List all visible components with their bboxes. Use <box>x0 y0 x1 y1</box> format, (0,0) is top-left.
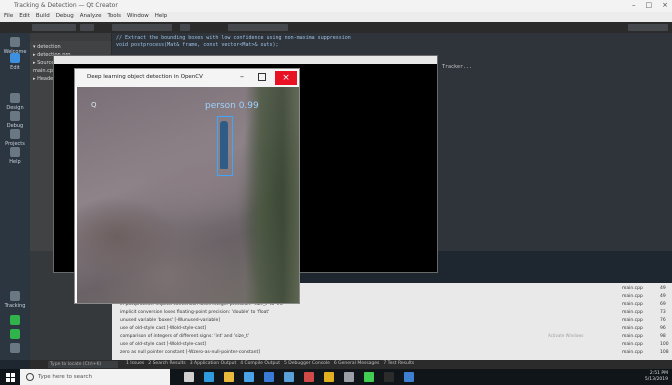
qt-icon[interactable] <box>364 372 374 382</box>
tab-general-messages[interactable]: 6 General Messages <box>334 361 380 366</box>
project-pane-header <box>30 33 111 41</box>
issue-row[interactable]: use of old-style cast [-Wold-style-cast] <box>120 342 206 347</box>
build-button[interactable] <box>2 343 28 355</box>
document-icon <box>10 53 20 63</box>
question-icon <box>10 147 20 157</box>
logo-mark: Q <box>91 101 97 109</box>
media-icon[interactable] <box>304 372 314 382</box>
bug-icon <box>10 111 20 121</box>
photos-icon[interactable] <box>284 372 294 382</box>
issue-row[interactable]: unused variable 'boxes' [-Wunused-variab… <box>120 318 220 323</box>
task-view-icon[interactable] <box>184 372 194 382</box>
menu-debug[interactable]: Debug <box>56 13 74 19</box>
run-icon <box>10 315 20 325</box>
clock-date[interactable]: 5/13/2019 <box>645 377 668 383</box>
mode-projects[interactable]: Projects <box>2 129 28 147</box>
windows-icon <box>5 372 15 382</box>
locator-input[interactable]: Type to locate (Ctrl+K) <box>48 361 118 368</box>
image-window-title: Deep learning object detection in OpenCV <box>87 74 203 80</box>
toolbar <box>0 22 672 33</box>
issue-row[interactable]: use of old-style cast [-Wold-style-cast] <box>120 326 206 331</box>
image-window-title-bar[interactable]: Deep learning object detection in OpenCV… <box>75 69 299 87</box>
tab-debugger-console[interactable]: 5 Debugger Console <box>284 361 330 366</box>
window-title: Tracking & Detection — Qt Creator <box>14 2 118 9</box>
system-tray: 2:51 PM 5/13/2019 <box>645 371 668 383</box>
wrench-icon <box>10 129 20 139</box>
close-button[interactable]: × <box>275 71 297 85</box>
grid-icon <box>10 37 20 47</box>
menu-build[interactable]: Build <box>36 13 50 19</box>
monitor-icon <box>10 291 20 301</box>
issue-row[interactable]: comparison of integers of different sign… <box>120 334 249 339</box>
taskbar-search-box[interactable]: Type here to search <box>20 369 170 385</box>
terminal-icon[interactable] <box>384 372 394 382</box>
menu-help[interactable]: Help <box>155 13 168 19</box>
toolbar-button[interactable] <box>80 24 94 31</box>
symbol-selector[interactable] <box>228 24 288 31</box>
detection-label: person 0.99 <box>205 101 259 111</box>
encoding-selector[interactable] <box>628 24 668 31</box>
tab-application-output[interactable]: 3 Application Output <box>190 361 237 366</box>
console-title-bar[interactable] <box>54 56 437 64</box>
tree-item[interactable]: ▾ detection <box>33 43 108 51</box>
menu-bar: File Edit Build Debug Analyze Tools Wind… <box>0 12 672 22</box>
menu-edit[interactable]: Edit <box>19 13 30 19</box>
mode-help[interactable]: Help <box>2 147 28 165</box>
app-icon[interactable] <box>404 372 414 382</box>
issue-row[interactable]: zero as null pointer constant [-Wzero-as… <box>120 350 260 355</box>
chrome-icon[interactable] <box>324 372 334 382</box>
minimize-icon[interactable]: – <box>632 1 636 9</box>
debug-run-icon <box>10 329 20 339</box>
mode-sidebar: Welcome Edit Design Debug Projects Help … <box>0 33 30 360</box>
window-title-bar: Tracking & Detection — Qt Creator – □ × <box>0 0 672 12</box>
settings-icon[interactable] <box>344 372 354 382</box>
mode-debug[interactable]: Debug <box>2 111 28 129</box>
detection-bounding-box <box>217 116 233 176</box>
minimize-icon[interactable]: – <box>240 72 244 81</box>
menu-analyze[interactable]: Analyze <box>80 13 102 19</box>
code-line: void postprocess(Mat& frame, const vecto… <box>116 42 279 48</box>
start-button[interactable] <box>0 369 20 385</box>
kit-selector[interactable]: Tracking <box>2 291 28 309</box>
maximize-icon[interactable] <box>258 73 266 81</box>
detection-image-window[interactable]: Deep learning object detection in OpenCV… <box>74 68 300 304</box>
menu-window[interactable]: Window <box>127 13 149 19</box>
detection-image: Q person 0.99 <box>77 87 299 303</box>
debug-run-button[interactable] <box>2 329 28 341</box>
mail-icon[interactable] <box>264 372 274 382</box>
close-icon[interactable]: × <box>662 1 668 9</box>
store-icon[interactable] <box>244 372 254 382</box>
tab-issues[interactable]: 1 Issues <box>126 361 144 366</box>
menu-tools[interactable]: Tools <box>107 13 121 19</box>
run-button[interactable] <box>2 315 28 327</box>
activate-windows-watermark: Activate Windows <box>548 333 584 338</box>
maximize-icon[interactable]: □ <box>646 1 653 9</box>
issue-row[interactable]: implicit conversion loses floating-point… <box>120 310 269 315</box>
tab-test-results[interactable]: 7 Test Results <box>383 361 414 366</box>
output-pane-tabs: Type to locate (Ctrl+K) 1 Issues 2 Searc… <box>30 360 672 369</box>
menu-file[interactable]: File <box>4 13 13 19</box>
vegetation <box>245 87 299 303</box>
mode-edit[interactable]: Edit <box>2 53 28 71</box>
code-line: // Extract the bounding boxes with low c… <box>116 35 351 41</box>
project-selector[interactable] <box>32 24 76 31</box>
pen-icon <box>10 93 20 103</box>
file-selector[interactable] <box>112 24 172 31</box>
mode-design[interactable]: Design <box>2 93 28 111</box>
close-file-button[interactable] <box>180 24 190 31</box>
editor-output-text: Tracker... <box>442 64 473 70</box>
taskbar: Type here to search 2:51 PM 5/13/2019 <box>0 369 672 385</box>
tab-search-results[interactable]: 2 Search Results <box>148 361 185 366</box>
tab-compile-output[interactable]: 4 Compile Output <box>240 361 280 366</box>
file-explorer-icon[interactable] <box>224 372 234 382</box>
edge-icon[interactable] <box>204 372 214 382</box>
hammer-icon <box>10 343 20 353</box>
search-icon <box>26 373 34 381</box>
